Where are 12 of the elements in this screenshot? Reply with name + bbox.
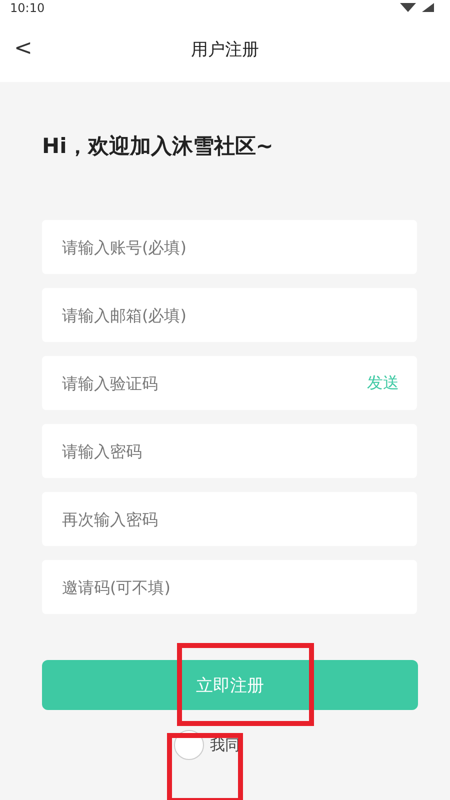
send-link[interactable]: 发送 xyxy=(367,372,399,394)
page-title: 用户注册 xyxy=(191,38,259,60)
input-field[interactable]: 请输入账号(必填) xyxy=(42,220,417,274)
status-time: 10:10 xyxy=(10,1,45,15)
input-field[interactable]: 请输入邮箱(必填) xyxy=(42,288,417,342)
input-field[interactable]: 请输入密码 xyxy=(42,424,417,478)
input-field[interactable]: 再次输入密码 xyxy=(42,492,417,546)
back-button[interactable]: < xyxy=(8,34,38,63)
input-field[interactable]: 请输入验证码 发送 xyxy=(42,356,417,410)
input-field[interactable]: 邀请码(可不填) xyxy=(42,560,417,614)
welcome-heading: Hi，欢迎加入沐雪社区~ xyxy=(42,133,274,160)
register-button[interactable]: 立即注册 xyxy=(42,660,418,710)
